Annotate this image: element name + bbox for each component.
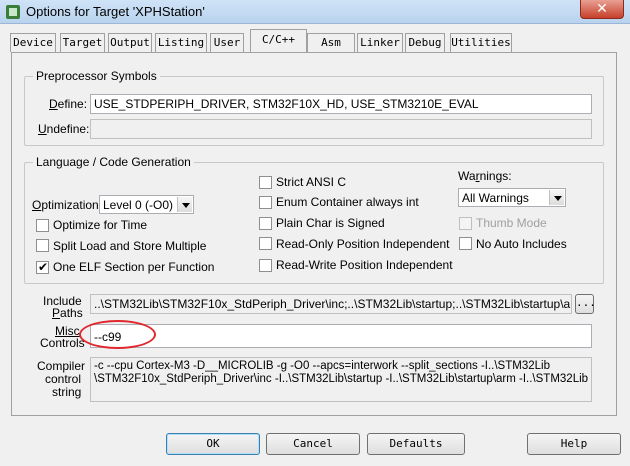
optimize-time-checkbox[interactable] <box>36 219 49 232</box>
ro-position-label: Read-Only Position Independent <box>276 237 450 251</box>
tab-device[interactable]: Device <box>10 33 56 52</box>
window-title: Options for Target 'XPHStation' <box>26 4 205 19</box>
warnings-select[interactable]: All Warnings <box>458 188 566 207</box>
misc-controls-input[interactable]: --c99 <box>90 324 592 348</box>
title-bar: Options for Target 'XPHStation' ✕ <box>0 0 630 24</box>
defaults-button[interactable]: Defaults <box>367 433 465 455</box>
thumb-mode-label: Thumb Mode <box>476 216 547 230</box>
include-label-2: Paths <box>52 306 83 320</box>
compiler-label-2: control <box>45 372 82 386</box>
tab-debug[interactable]: Debug <box>405 33 445 52</box>
compiler-label-1: Compiler <box>37 359 86 373</box>
define-label: Define: <box>49 97 88 111</box>
thumb-mode-checkbox[interactable] <box>459 217 472 230</box>
plain-char-label: Plain Char is Signed <box>276 216 385 230</box>
compiler-line-1: -c --cpu Cortex-M3 -D__MICROLIB -g -O0 -… <box>94 360 550 372</box>
optimization-select[interactable]: Level 0 (-O0) <box>99 195 194 214</box>
checkmark-icon: ✔ <box>38 260 49 274</box>
app-icon <box>6 5 20 19</box>
warnings-value: All Warnings <box>462 191 529 205</box>
annotation-circle <box>79 320 156 349</box>
chevron-down-icon <box>549 190 564 205</box>
include-paths-input[interactable]: ..\STM32Lib\STM32F10x_StdPeriph_Driver\i… <box>90 294 572 314</box>
plain-char-checkbox[interactable] <box>259 217 272 230</box>
enum-container-checkbox[interactable] <box>259 196 272 209</box>
compiler-line-2: \STM32F10x_StdPeriph_Driver\inc -I..\STM… <box>94 373 589 385</box>
strict-ansi-checkbox[interactable] <box>259 176 272 189</box>
enum-container-label: Enum Container always int <box>276 195 419 209</box>
compiler-label-3: string <box>52 385 82 399</box>
tab-output[interactable]: Output <box>108 33 152 52</box>
close-button[interactable]: ✕ <box>580 0 624 19</box>
optimize-time-label: Optimize for Time <box>53 218 148 232</box>
one-elf-checkbox[interactable]: ✔ <box>36 260 49 274</box>
misc-label-2: Controls <box>40 336 85 350</box>
undefine-input[interactable] <box>90 119 592 139</box>
language-title: Language / Code Generation <box>33 155 194 169</box>
compiler-control-string[interactable]: -c --cpu Cortex-M3 -D__MICROLIB -g -O0 -… <box>90 357 592 402</box>
warnings-label: Warnings: <box>458 169 512 183</box>
tab-utilities[interactable]: Utilities <box>450 33 512 52</box>
rw-position-label: Read-Write Position Independent <box>276 258 453 272</box>
tab-listing[interactable]: Listing <box>155 33 207 52</box>
optimization-label: Optimization: <box>32 198 103 212</box>
include-browse-button[interactable]: ... <box>575 294 596 314</box>
ok-button[interactable]: OK <box>166 433 260 455</box>
split-load-checkbox[interactable] <box>36 239 49 252</box>
tab-target[interactable]: Target <box>60 33 105 52</box>
optimization-value: Level 0 (-O0) <box>103 198 174 212</box>
tab-linker[interactable]: Linker <box>357 33 403 52</box>
split-load-label: Split Load and Store Multiple <box>53 239 207 253</box>
no-auto-includes-label: No Auto Includes <box>476 237 567 251</box>
rw-position-checkbox[interactable] <box>259 259 272 272</box>
ro-position-checkbox[interactable] <box>259 237 272 250</box>
close-icon: ✕ <box>596 0 608 16</box>
preprocessor-title: Preprocessor Symbols <box>33 69 160 83</box>
tab-user[interactable]: User <box>210 33 244 52</box>
define-input[interactable]: USE_STDPERIPH_DRIVER, STM32F10X_HD, USE_… <box>90 94 592 114</box>
undefine-label: Undefine: <box>38 122 90 136</box>
tab-asm[interactable]: Asm <box>307 33 355 52</box>
help-button[interactable]: Help <box>527 433 621 455</box>
one-elf-label: One ELF Section per Function <box>53 260 215 274</box>
chevron-down-icon <box>177 197 192 212</box>
no-auto-includes-checkbox[interactable] <box>459 237 472 250</box>
tab-cc[interactable]: C/C++ <box>250 29 307 52</box>
strict-ansi-label: Strict ANSI C <box>276 175 347 189</box>
cancel-button[interactable]: Cancel <box>266 433 360 455</box>
